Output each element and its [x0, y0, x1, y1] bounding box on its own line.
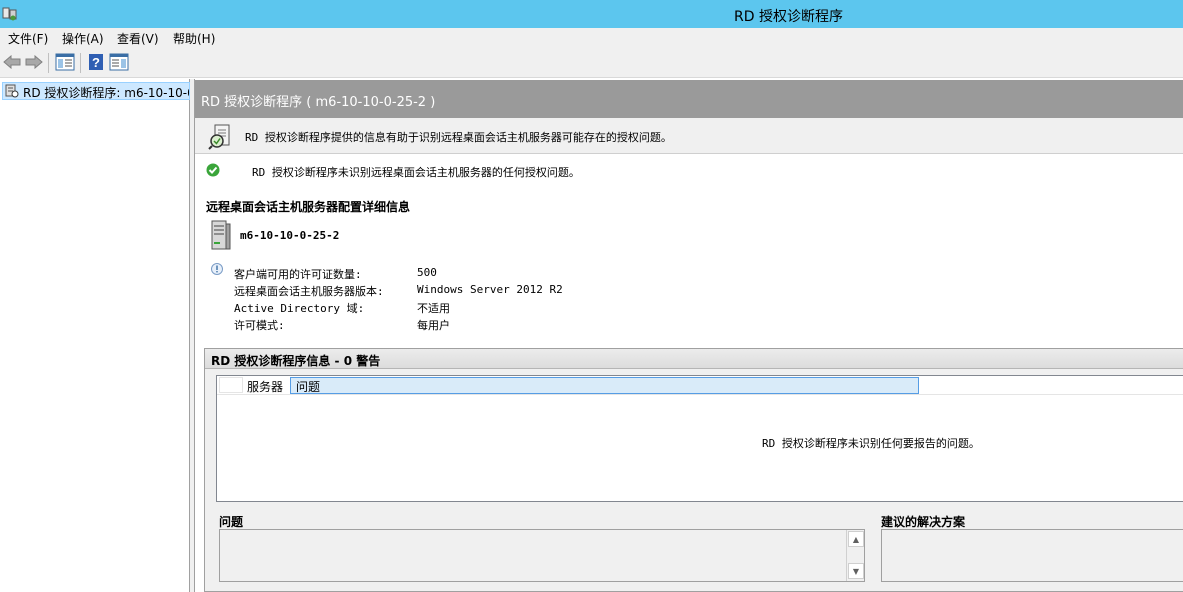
list-empty-message: RD 授权诊断程序未识别任何要报告的问题。	[762, 437, 980, 450]
show-hide-action-pane-icon[interactable]	[109, 52, 129, 72]
detail-value-licensing-mode: 每用户	[417, 319, 450, 332]
server-icon	[211, 220, 231, 250]
detail-value-license-count: 500	[417, 266, 437, 279]
solution-label: 建议的解决方案	[881, 515, 966, 529]
column-header-issue[interactable]: 问题	[290, 377, 919, 394]
scroll-up-icon[interactable]: ▲	[848, 531, 864, 547]
column-header-status[interactable]	[219, 377, 243, 393]
menu-help[interactable]: 帮助(H)	[173, 30, 215, 47]
solution-text-box[interactable]	[881, 529, 1183, 582]
licensing-diagnoser-icon	[5, 84, 19, 98]
diagnoser-document-icon	[208, 124, 230, 150]
detail-value-server-version: Windows Server 2012 R2	[417, 283, 563, 296]
detail-label-license-count: 客户端可用的许可证数量:	[234, 268, 362, 281]
menu-file[interactable]: 文件(F)	[8, 30, 48, 47]
info-icon	[211, 263, 223, 275]
menu-action[interactable]: 操作(A)	[62, 30, 104, 47]
info-strip-text: RD 授权诊断程序提供的信息有助于识别远程桌面会话主机服务器可能存在的授权问题。	[245, 131, 672, 144]
detail-label-licensing-mode: 许可模式:	[234, 319, 285, 332]
info-strip: RD 授权诊断程序提供的信息有助于识别远程桌面会话主机服务器可能存在的授权问题。	[195, 118, 1183, 154]
scroll-down-icon[interactable]: ▼	[848, 563, 864, 579]
window-title: RD 授权诊断程序	[734, 9, 843, 25]
detail-value-ad-domain: 不适用	[417, 302, 450, 315]
svg-text:?: ?	[92, 55, 100, 70]
issue-scrollbar[interactable]: ▲ ▼	[846, 530, 864, 581]
column-header-server[interactable]: 服务器	[247, 378, 287, 395]
toolbar: ?	[0, 48, 1183, 78]
menu-bar: 文件(F) 操作(A) 查看(V) 帮助(H)	[0, 28, 1183, 48]
detail-label-ad-domain: Active Directory 域:	[234, 302, 365, 315]
show-hide-console-tree-icon[interactable]	[55, 52, 75, 72]
back-arrow-icon[interactable]	[2, 52, 22, 72]
menu-view[interactable]: 查看(V)	[117, 30, 159, 47]
detail-label-server-version: 远程桌面会话主机服务器版本:	[234, 285, 384, 298]
warnings-section-title: RD 授权诊断程序信息 - 0 警告	[211, 354, 381, 368]
warnings-list-header: 服务器 问题	[217, 376, 1183, 395]
config-heading: 远程桌面会话主机服务器配置详细信息	[206, 200, 411, 214]
tree-item-rd-licensing[interactable]: RD 授权诊断程序: m6-10-10-0	[2, 82, 190, 100]
status-message: RD 授权诊断程序未识别远程桌面会话主机服务器的任何授权问题。	[252, 166, 580, 179]
warnings-section-header: RD 授权诊断程序信息 - 0 警告	[205, 349, 1183, 369]
issue-label: 问题	[219, 515, 244, 529]
issue-text-box[interactable]	[219, 529, 865, 582]
success-check-icon	[206, 163, 220, 177]
server-name: m6-10-10-0-25-2	[240, 229, 340, 242]
console-tree	[0, 79, 190, 592]
result-pane-header: RD 授权诊断程序 ( m6-10-10-0-25-2 )	[195, 80, 1183, 118]
help-icon[interactable]: ?	[86, 52, 106, 72]
result-pane-title: RD 授权诊断程序 ( m6-10-10-0-25-2 )	[201, 95, 436, 110]
forward-arrow-icon[interactable]	[24, 52, 44, 72]
tree-item-label: RD 授权诊断程序: m6-10-10-0	[23, 86, 190, 100]
